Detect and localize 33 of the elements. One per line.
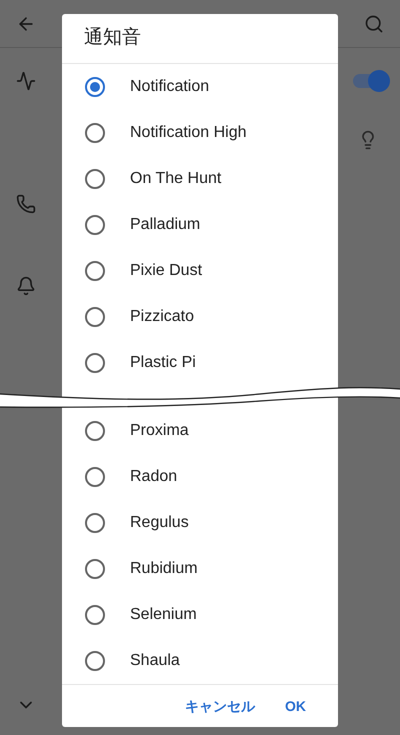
sound-option[interactable]: Radon	[62, 454, 338, 500]
sound-option[interactable]: Regulus	[62, 500, 338, 546]
dialog-button[interactable]: OK	[285, 696, 306, 716]
dialog-button[interactable]: キャンセル	[185, 696, 255, 716]
radio-button[interactable]	[85, 651, 105, 671]
sound-option[interactable]: On The Hunt	[62, 156, 338, 202]
bell-icon	[16, 276, 36, 296]
radio-button[interactable]	[85, 123, 105, 143]
radio-button[interactable]	[85, 169, 105, 189]
sound-option[interactable]: Shaula	[62, 638, 338, 684]
radio-button[interactable]	[85, 605, 105, 625]
sound-option[interactable]: Notification	[62, 64, 338, 110]
radio-button[interactable]	[85, 77, 105, 97]
sound-option[interactable]: Palladium	[62, 202, 338, 248]
radio-button[interactable]	[85, 261, 105, 281]
search-icon[interactable]	[364, 14, 384, 34]
sound-option[interactable]: Rubidium	[62, 546, 338, 592]
sound-option[interactable]: Notification High	[62, 110, 338, 156]
radio-button[interactable]	[85, 467, 105, 487]
sound-option[interactable]: Selenium	[62, 592, 338, 638]
radio-button[interactable]	[85, 421, 105, 441]
radio-button[interactable]	[85, 513, 105, 533]
sound-option[interactable]: Pizzicato	[62, 294, 338, 340]
sound-option[interactable]: Plastic Pi	[62, 340, 338, 386]
radio-button[interactable]	[85, 215, 105, 235]
radio-button[interactable]	[85, 353, 105, 373]
sound-option[interactable]: Pixie Dust	[62, 248, 338, 294]
vibration-icon	[16, 71, 36, 91]
radio-button[interactable]	[85, 559, 105, 579]
phone-icon	[16, 194, 36, 214]
dialog-title: 通知音	[62, 14, 338, 64]
radio-button[interactable]	[85, 307, 105, 327]
sound-option[interactable]: Proxima	[62, 408, 338, 454]
